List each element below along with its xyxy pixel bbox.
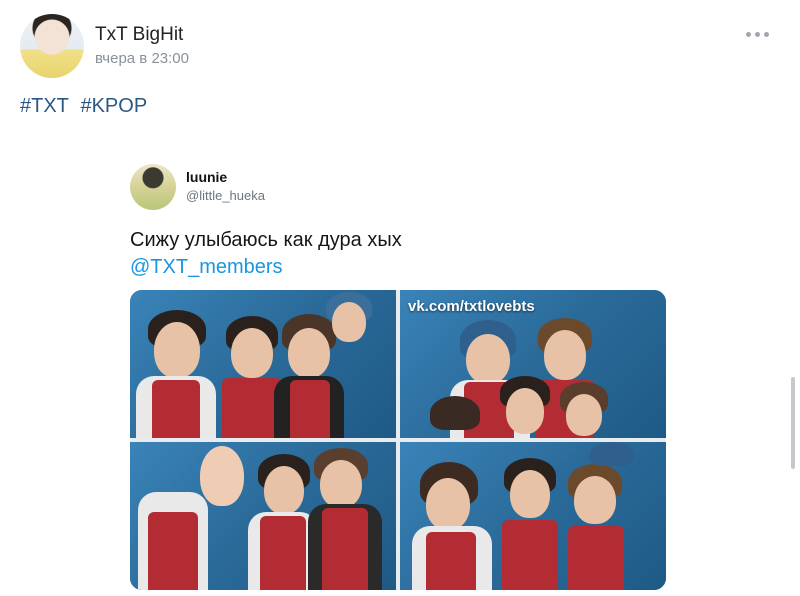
photo-top-right: vk.com/txtlovebts [400,290,666,438]
author-avatar[interactable] [20,14,84,78]
tweet-author-name: luunie [186,169,228,185]
post-hashtags: #TXT #KPOP [20,95,153,118]
hashtag-kpop-link[interactable]: #KPOP [80,95,147,117]
post-time[interactable]: вчера в 23:00 [95,50,189,67]
photo-grid: vk.com/txtlovebts [130,290,666,590]
tweet-author-handle: @little_hueka [186,188,265,203]
photo-bottom-right [400,442,666,590]
hashtag-txt-link[interactable]: #TXT [20,95,69,117]
post-header: TxT BigHit вчера в 23:00 [20,14,780,80]
tweet-text: Сижу улыбаюсь как дура хых [130,229,402,251]
photo-top-left [130,290,396,438]
tweet-screenshot[interactable]: luunie @little_hueka Сижу улыбаюсь как д… [120,152,680,596]
tweet-avatar [130,164,176,210]
photo-watermark: vk.com/txtlovebts [408,298,535,315]
page-scrollbar[interactable] [791,377,795,469]
photo-bottom-left [130,442,396,590]
author-name[interactable]: TxT BigHit [95,24,183,46]
more-options-icon[interactable] [746,28,770,40]
tweet-mention-link: @TXT_members [130,256,283,278]
